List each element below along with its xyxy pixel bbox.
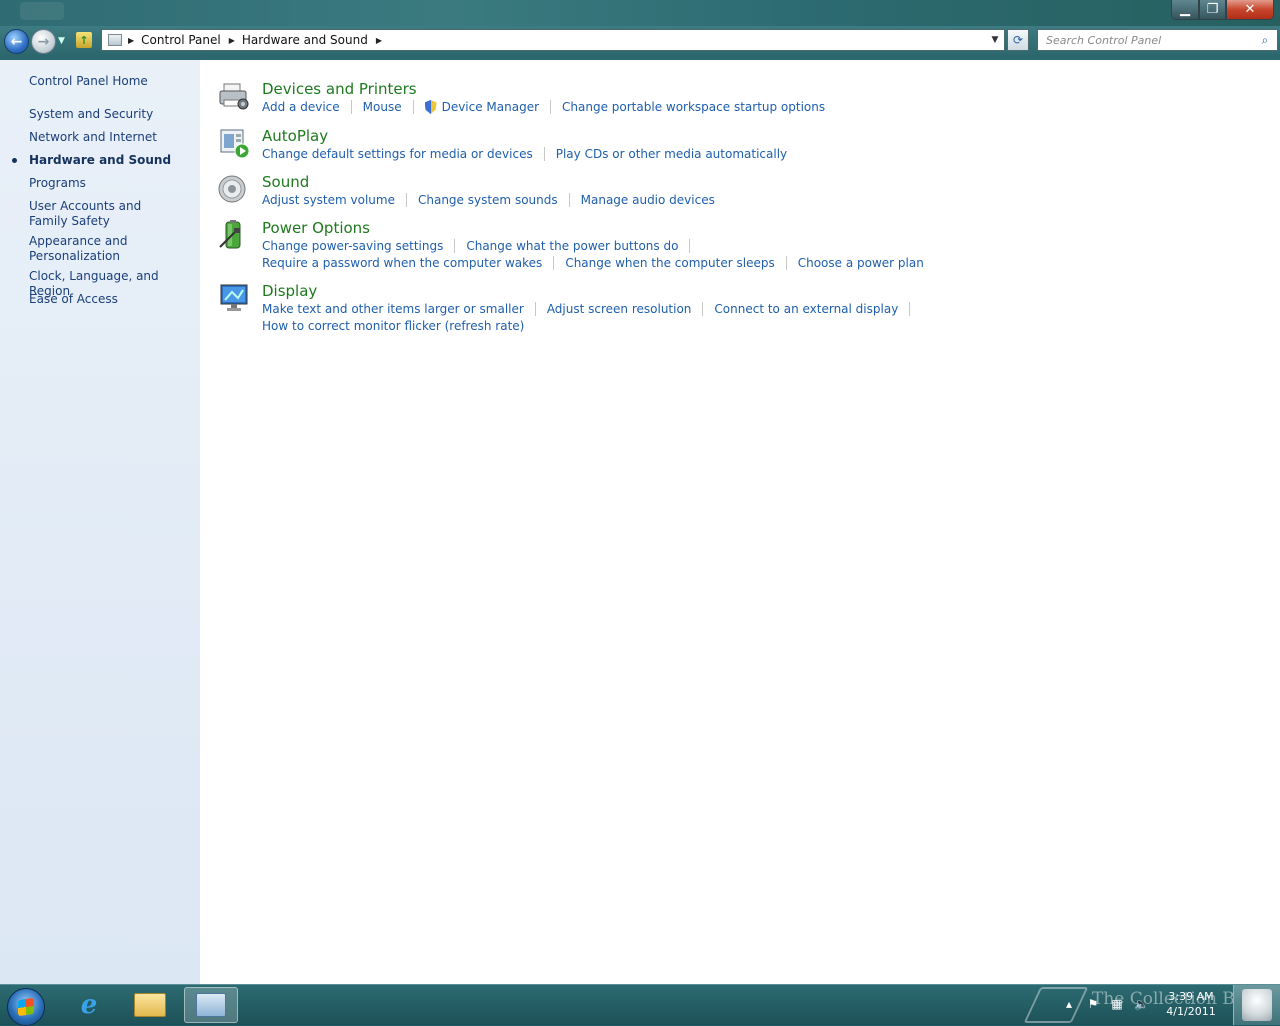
clock[interactable]: 3:39 AM 4/1/2011	[1160, 989, 1222, 1019]
power-options-title[interactable]: Power Options	[262, 219, 370, 237]
autoplay-icon	[220, 129, 250, 159]
network-icon[interactable]: ▦	[1110, 997, 1124, 1011]
power-options-links-row2: Require a password when the computer wak…	[262, 256, 924, 270]
window-controls: ▁ ❐ ✕	[1171, 0, 1274, 20]
mouse-link[interactable]: Mouse	[363, 100, 402, 114]
monitor-flicker-link[interactable]: How to correct monitor flicker (refresh …	[262, 319, 524, 333]
forward-button[interactable]: →	[31, 29, 56, 54]
clock-time: 3:39 AM	[1168, 990, 1214, 1003]
forward-arrow-icon: →	[37, 33, 50, 50]
sidebar-item-hardware-sound[interactable]: Hardware and Sound	[29, 153, 194, 168]
text-size-link[interactable]: Make text and other items larger or smal…	[262, 302, 524, 316]
change-sounds-link[interactable]: Change system sounds	[418, 193, 558, 207]
title-bar: ▁ ❐ ✕	[0, 0, 1280, 26]
start-button[interactable]	[7, 988, 45, 1026]
close-button[interactable]: ✕	[1226, 0, 1274, 20]
devices-printers-title[interactable]: Devices and Printers	[262, 80, 417, 98]
windows-logo-icon	[18, 997, 34, 1017]
autoplay-defaults-link[interactable]: Change default settings for media or dev…	[262, 147, 533, 161]
sidebar-item-user-accounts[interactable]: User Accounts and Family Safety	[29, 199, 179, 229]
action-center-flag-icon[interactable]: ⚑	[1086, 997, 1100, 1011]
recent-pages-dropdown[interactable]: ▼	[58, 36, 65, 46]
display-links-row2: How to correct monitor flicker (refresh …	[262, 319, 524, 333]
search-box[interactable]: ⌕	[1037, 29, 1278, 51]
sidebar-item-programs[interactable]: Programs	[29, 176, 194, 191]
speaker-icon	[218, 175, 246, 203]
display-title[interactable]: Display	[262, 282, 317, 300]
external-display-link[interactable]: Connect to an external display	[714, 302, 898, 316]
sound-links: Adjust system volume Change system sound…	[262, 193, 715, 207]
clock-date: 4/1/2011	[1166, 1005, 1216, 1018]
title-glow	[20, 2, 64, 20]
display-links-row1: Make text and other items larger or smal…	[262, 302, 921, 316]
control-panel-icon	[108, 34, 122, 46]
back-arrow-icon: ←	[10, 33, 23, 50]
sidebar-control-panel-home[interactable]: Control Panel Home	[29, 74, 194, 89]
control-panel-icon	[196, 993, 226, 1017]
address-dropdown-icon[interactable]: ▼	[986, 35, 1004, 45]
computer-sleeps-link[interactable]: Change when the computer sleeps	[565, 256, 774, 270]
add-device-link[interactable]: Add a device	[262, 100, 340, 114]
sidebar-item-system-security[interactable]: System and Security	[29, 107, 194, 122]
breadcrumb-arrow-icon[interactable]: ▶	[229, 36, 235, 45]
user-avatar-icon	[1242, 989, 1272, 1021]
breadcrumb-hardware-and-sound[interactable]: Hardware and Sound	[242, 33, 368, 47]
sidebar-item-network-internet[interactable]: Network and Internet	[29, 130, 194, 145]
uac-shield-icon	[424, 100, 437, 114]
power-buttons-link[interactable]: Change what the power buttons do	[466, 239, 678, 253]
up-arrow-icon: ↑	[79, 33, 89, 47]
power-options-links-row1: Change power-saving settings Change what…	[262, 239, 701, 253]
breadcrumb-arrow-icon[interactable]: ▶	[376, 36, 382, 45]
adjust-volume-link[interactable]: Adjust system volume	[262, 193, 395, 207]
breadcrumb-arrow-icon[interactable]: ▶	[128, 36, 134, 45]
battery-icon	[219, 220, 241, 249]
refresh-button[interactable]: ⟳	[1007, 29, 1029, 51]
show-hidden-icons-icon[interactable]: ▴	[1062, 997, 1076, 1011]
folder-icon	[134, 993, 166, 1017]
maximize-button[interactable]: ❐	[1199, 0, 1226, 20]
play-cds-link[interactable]: Play CDs or other media automatically	[556, 147, 787, 161]
device-manager-link[interactable]: Device Manager	[442, 100, 539, 114]
breadcrumb-control-panel[interactable]: Control Panel	[141, 33, 221, 47]
active-bullet-icon	[12, 158, 17, 163]
sidebar-item-appearance[interactable]: Appearance and Personalization	[29, 234, 134, 264]
power-plan-link[interactable]: Choose a power plan	[798, 256, 924, 270]
monitor-icon	[220, 284, 248, 311]
address-bar[interactable]: ▶ Control Panel ▶ Hardware and Sound ▶ ▼	[101, 29, 1005, 51]
system-tray: ▴ ⚑ ▦ 🔈	[1062, 997, 1149, 1011]
taskbar-windows-explorer[interactable]	[123, 987, 177, 1023]
search-input[interactable]	[1044, 32, 1257, 48]
search-icon[interactable]: ⌕	[1257, 33, 1273, 48]
taskbar-control-panel[interactable]	[184, 987, 238, 1023]
taskbar: e The Collection Book ▴ ⚑ ▦ 🔈 3:39 AM 4/…	[0, 984, 1280, 1026]
printer-icon	[219, 83, 249, 110]
taskbar-internet-explorer[interactable]: e	[62, 987, 116, 1023]
navigation-bar: ← → ▼ ↑ ▶ Control Panel ▶ Hardware and S…	[0, 26, 1280, 56]
require-password-link[interactable]: Require a password when the computer wak…	[262, 256, 542, 270]
sidebar-item-ease-of-access[interactable]: Ease of Access	[29, 292, 194, 307]
sidebar: Control Panel Home System and Security N…	[0, 60, 200, 984]
ie-icon: e	[80, 990, 98, 1020]
back-button[interactable]: ←	[4, 29, 29, 54]
devices-printers-links: Add a device Mouse Device Manager Change…	[262, 100, 825, 114]
power-saving-link[interactable]: Change power-saving settings	[262, 239, 443, 253]
refresh-icon: ⟳	[1012, 33, 1024, 47]
show-desktop-button[interactable]	[1233, 985, 1280, 1025]
volume-icon[interactable]: 🔈	[1134, 997, 1149, 1011]
sound-title[interactable]: Sound	[262, 173, 309, 191]
minimize-button[interactable]: ▁	[1171, 0, 1199, 20]
screen-resolution-link[interactable]: Adjust screen resolution	[547, 302, 692, 316]
main-content: Devices and Printers Add a device Mouse …	[200, 60, 1280, 984]
autoplay-title[interactable]: AutoPlay	[262, 127, 328, 145]
manage-audio-link[interactable]: Manage audio devices	[581, 193, 715, 207]
portable-workspace-link[interactable]: Change portable workspace startup option…	[562, 100, 825, 114]
up-folder-button[interactable]: ↑	[76, 32, 92, 48]
autoplay-links: Change default settings for media or dev…	[262, 147, 787, 161]
